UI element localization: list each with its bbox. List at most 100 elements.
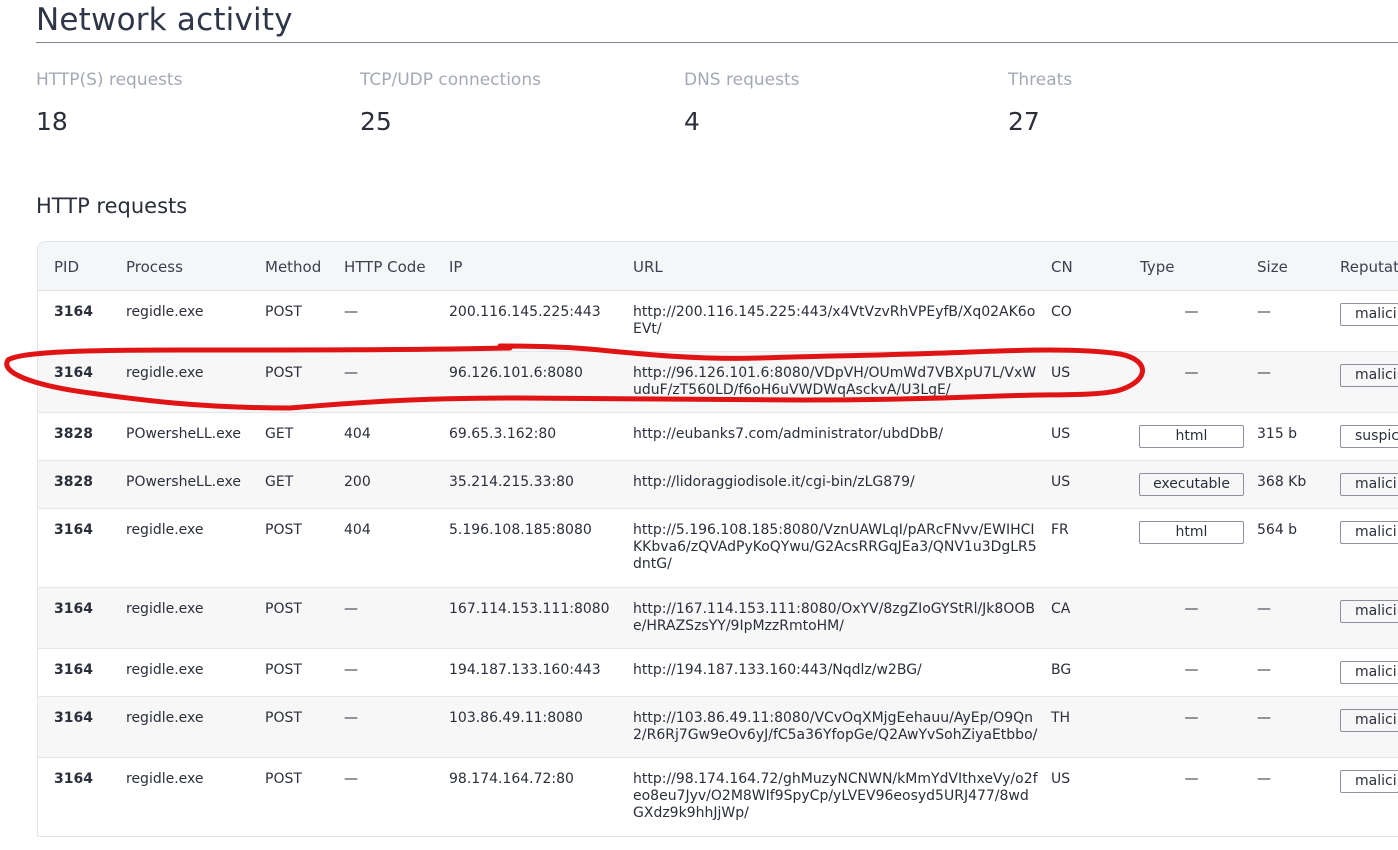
cell-process: regidle.exe — [126, 771, 204, 787]
col-header-size[interactable]: Size — [1257, 258, 1288, 276]
cell-cn: CA — [1051, 601, 1071, 617]
cell-method: POST — [265, 365, 302, 381]
table-row[interactable]: 3164 regidle.exe POST 404 5.196.108.185:… — [38, 509, 1398, 588]
cell-http-code: 404 — [344, 522, 371, 538]
table-row[interactable]: 3828 POwersheLL.exe GET 404 69.65.3.162:… — [38, 413, 1398, 461]
cell-process: regidle.exe — [126, 365, 204, 381]
cell-process: regidle.exe — [126, 522, 204, 538]
page-title: Network activity — [36, 2, 293, 38]
type-badge[interactable]: html — [1139, 425, 1244, 448]
cell-http-code: — — [344, 710, 358, 726]
cell-pid: 3164 — [54, 365, 93, 381]
cell-ip: 167.114.153.111:8080 — [449, 601, 610, 617]
cell-pid: 3164 — [54, 601, 93, 617]
cell-method: GET — [265, 426, 294, 442]
cell-ip: 96.126.101.6:8080 — [449, 365, 583, 381]
cell-url[interactable]: http://167.114.153.111:8080/OxYV/8zgZIoG… — [633, 601, 1038, 635]
cell-ip: 35.214.215.33:80 — [449, 474, 574, 490]
table-row[interactable]: 3164 regidle.exe POST — 194.187.133.160:… — [38, 649, 1398, 697]
cell-pid: 3164 — [54, 304, 93, 320]
stat-label: DNS requests — [684, 70, 800, 90]
col-header-http-code[interactable]: HTTP Code — [344, 258, 426, 276]
cell-http-code: — — [344, 662, 358, 678]
cell-cn: TH — [1051, 710, 1071, 726]
table-row[interactable]: 3164 regidle.exe POST — 103.86.49.11:808… — [38, 697, 1398, 758]
cell-ip: 5.196.108.185:8080 — [449, 522, 592, 538]
table-header: PID Process Method HTTP Code IP URL CN T… — [38, 242, 1398, 291]
col-header-process[interactable]: Process — [126, 258, 183, 276]
table-row[interactable]: 3164 regidle.exe POST — 98.174.164.72:80… — [38, 758, 1398, 836]
cell-size: — — [1257, 662, 1271, 678]
reputation-badge[interactable]: malici — [1340, 521, 1398, 544]
table-row[interactable]: 3164 regidle.exe POST — 167.114.153.111:… — [38, 588, 1398, 649]
cell-process: regidle.exe — [126, 710, 204, 726]
reputation-badge[interactable]: malici — [1340, 364, 1398, 387]
col-header-type[interactable]: Type — [1140, 258, 1174, 276]
cell-url[interactable]: http://96.126.101.6:8080/VDpVH/OUmWd7VBX… — [633, 365, 1038, 399]
cell-url[interactable]: http://200.116.145.225:443/x4VtVzvRhVPEy… — [633, 304, 1038, 338]
cell-process: regidle.exe — [126, 304, 204, 320]
reputation-badge[interactable]: malici — [1340, 709, 1398, 732]
col-header-reputation[interactable]: Reputat — [1340, 258, 1398, 276]
cell-url[interactable]: http://5.196.108.185:8080/VznUAWLqI/pARc… — [633, 522, 1038, 573]
stat-value: 27 — [1008, 107, 1040, 136]
cell-process: regidle.exe — [126, 601, 204, 617]
reputation-badge[interactable]: malici — [1340, 473, 1398, 496]
cell-url[interactable]: http://98.174.164.72/ghMuzyNCNWN/kMmYdVI… — [633, 771, 1038, 822]
cell-cn: US — [1051, 771, 1071, 787]
cell-cn: FR — [1051, 522, 1069, 538]
type-badge[interactable]: executable — [1139, 473, 1244, 496]
cell-url[interactable]: http://194.187.133.160:443/Nqdlz/w2BG/ — [633, 662, 1038, 679]
col-header-method[interactable]: Method — [265, 258, 321, 276]
cell-http-code: 200 — [344, 474, 371, 490]
cell-ip: 69.65.3.162:80 — [449, 426, 557, 442]
col-header-url[interactable]: URL — [633, 258, 663, 276]
reputation-badge[interactable]: malici — [1340, 661, 1398, 684]
cell-http-code: — — [344, 304, 358, 320]
cell-http-code: — — [344, 365, 358, 381]
title-divider — [36, 42, 1398, 43]
cell-url[interactable]: http://103.86.49.11:8080/VCvOqXMjgEehauu… — [633, 710, 1038, 744]
cell-size: — — [1257, 771, 1271, 787]
cell-http-code: — — [344, 771, 358, 787]
cell-size: — — [1257, 304, 1271, 320]
stat-value: 25 — [360, 107, 392, 136]
cell-process: POwersheLL.exe — [126, 474, 241, 490]
cell-type: — — [1184, 710, 1199, 726]
cell-pid: 3164 — [54, 771, 93, 787]
cell-type: — — [1184, 365, 1199, 381]
cell-size: 315 b — [1257, 426, 1298, 442]
cell-cn: CO — [1051, 304, 1072, 320]
cell-process: regidle.exe — [126, 662, 204, 678]
stat-value: 18 — [36, 107, 68, 136]
cell-cn: US — [1051, 426, 1071, 442]
stat-http-requests: HTTP(S) requests 18 — [36, 70, 182, 136]
col-header-ip[interactable]: IP — [449, 258, 462, 276]
table-row[interactable]: 3164 regidle.exe POST — 200.116.145.225:… — [38, 291, 1398, 352]
reputation-badge[interactable]: malici — [1340, 600, 1398, 623]
cell-url[interactable]: http://lidoraggiodisole.it/cgi-bin/zLG87… — [633, 474, 1038, 491]
table-row[interactable]: 3828 POwersheLL.exe GET 200 35.214.215.3… — [38, 461, 1398, 509]
cell-method: POST — [265, 304, 302, 320]
stat-label: HTTP(S) requests — [36, 70, 183, 90]
cell-method: POST — [265, 710, 302, 726]
col-header-cn[interactable]: CN — [1051, 258, 1073, 276]
cell-cn: BG — [1051, 662, 1072, 678]
http-requests-table: PID Process Method HTTP Code IP URL CN T… — [37, 241, 1398, 837]
cell-type: — — [1184, 601, 1199, 617]
cell-http-code: — — [344, 601, 358, 617]
stat-dns-requests: DNS requests 4 — [684, 70, 799, 136]
cell-size: 368 Kb — [1257, 474, 1307, 490]
cell-url[interactable]: http://eubanks7.com/administrator/ubdDbB… — [633, 426, 1038, 443]
cell-method: POST — [265, 601, 302, 617]
table-row[interactable]: 3164 regidle.exe POST — 96.126.101.6:808… — [38, 352, 1398, 413]
cell-ip: 98.174.164.72:80 — [449, 771, 574, 787]
cell-size: 564 b — [1257, 522, 1298, 538]
stat-tcp-udp-connections: TCP/UDP connections 25 — [360, 70, 541, 136]
reputation-badge[interactable]: suspic — [1340, 425, 1398, 448]
type-badge[interactable]: html — [1139, 521, 1244, 544]
section-title: HTTP requests — [36, 194, 188, 218]
col-header-pid[interactable]: PID — [54, 258, 79, 276]
reputation-badge[interactable]: malici — [1340, 770, 1398, 793]
reputation-badge[interactable]: malici — [1340, 303, 1398, 326]
